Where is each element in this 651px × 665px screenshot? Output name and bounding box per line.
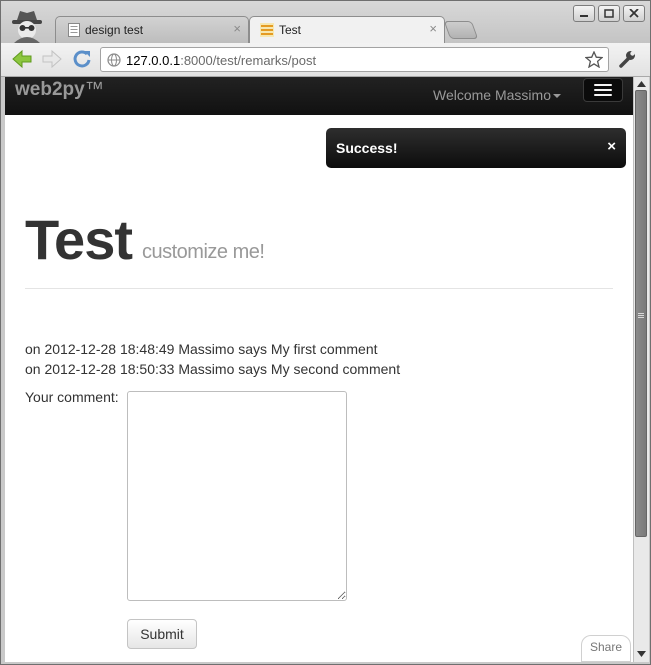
brand-logo[interactable]: web2py™ — [15, 79, 104, 101]
tab-test[interactable]: Test × — [249, 16, 445, 43]
maximize-icon — [604, 9, 614, 18]
wrench-icon[interactable] — [618, 50, 636, 68]
top-navbar: web2py™ Welcome Massimo — [5, 77, 633, 115]
tab-close-icon[interactable]: × — [233, 21, 241, 36]
back-arrow-icon[interactable] — [11, 49, 33, 69]
submit-button[interactable]: Submit — [127, 619, 197, 649]
page-viewport: web2py™ Welcome Massimo Success! × Test … — [5, 77, 633, 662]
flash-close-icon[interactable]: × — [607, 138, 616, 155]
page-subtitle: customize me! — [142, 241, 265, 263]
url-host: 127.0.0.1 — [126, 53, 181, 68]
new-tab-button[interactable] — [443, 21, 479, 39]
incognito-icon — [12, 11, 42, 43]
tab-label: design test — [85, 23, 144, 37]
scroll-down-arrow-icon[interactable] — [636, 649, 647, 659]
page-header: Test customize me! — [25, 207, 613, 289]
page-title: Test — [25, 208, 133, 271]
forward-arrow-icon[interactable] — [41, 49, 63, 69]
url-text: 127.0.0.1:8000/test/remarks/post — [126, 53, 316, 68]
comment-list: on 2012-12-28 18:48:49 Massimo says My f… — [25, 339, 400, 379]
hamburger-icon — [594, 84, 612, 86]
browser-window: design test × Test × 127.0.0.1:8000/test… — [0, 0, 651, 665]
scroll-grip — [638, 317, 644, 318]
flash-text: Success! — [336, 140, 398, 156]
scroll-thumb[interactable] — [635, 90, 647, 537]
scroll-grip — [638, 315, 644, 316]
share-button[interactable]: Share — [581, 635, 631, 662]
address-bar[interactable]: 127.0.0.1:8000/test/remarks/post — [100, 47, 609, 72]
minimize-icon — [580, 15, 588, 17]
comment-item: on 2012-12-28 18:48:49 Massimo says My f… — [25, 341, 378, 357]
menu-toggle-button[interactable] — [583, 78, 623, 102]
url-path: :8000/test/remarks/post — [180, 53, 317, 68]
brand-trademark: ™ — [84, 79, 104, 100]
close-icon — [629, 9, 639, 18]
comment-label: Your comment: — [25, 389, 119, 405]
web2py-favicon-icon — [260, 23, 274, 37]
scroll-grip — [638, 313, 644, 314]
tab-close-icon[interactable]: × — [429, 21, 437, 36]
maximize-button[interactable] — [598, 5, 620, 22]
close-window-button[interactable] — [623, 5, 645, 22]
browser-toolbar: 127.0.0.1:8000/test/remarks/post — [1, 43, 650, 77]
vertical-scrollbar[interactable] — [633, 77, 649, 662]
welcome-text: Welcome Massimo — [433, 87, 551, 103]
hamburger-icon — [594, 94, 612, 96]
hamburger-icon — [594, 89, 612, 91]
reload-icon[interactable] — [71, 49, 93, 69]
caret-down-icon — [553, 94, 561, 99]
tab-design-test[interactable]: design test × — [55, 16, 249, 43]
scroll-up-arrow-icon[interactable] — [636, 79, 647, 89]
comment-textarea[interactable] — [127, 391, 347, 601]
bookmark-star-icon[interactable] — [585, 51, 603, 68]
flash-message: Success! × — [326, 128, 626, 168]
user-menu[interactable]: Welcome Massimo — [433, 87, 561, 103]
minimize-button[interactable] — [573, 5, 595, 22]
tab-label: Test — [279, 23, 302, 37]
page-icon — [68, 23, 80, 37]
comment-item: on 2012-12-28 18:50:33 Massimo says My s… — [25, 361, 401, 377]
globe-icon — [107, 53, 121, 67]
brand-name: web2py — [15, 79, 85, 100]
tab-strip: design test × Test × — [1, 1, 650, 43]
